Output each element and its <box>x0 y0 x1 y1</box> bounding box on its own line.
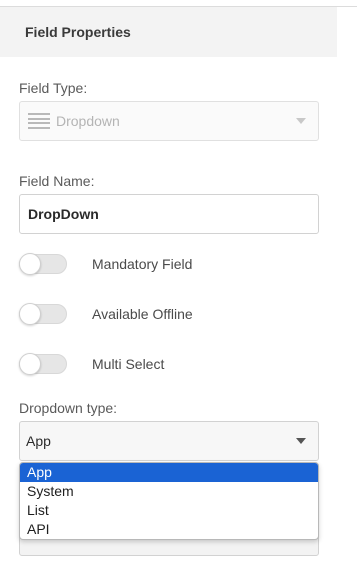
dropdown-type-select[interactable]: App <box>19 421 319 461</box>
dropdown-option-list[interactable]: List <box>20 501 318 520</box>
dropdown-type-label: Dropdown type: <box>19 400 118 416</box>
toggle-row-offline: Available Offline <box>19 302 193 326</box>
mandatory-field-label: Mandatory Field <box>92 256 193 272</box>
chevron-down-icon <box>296 438 306 444</box>
multi-select-label: Multi Select <box>92 356 165 372</box>
dropdown-type-options: App System List API <box>19 462 319 540</box>
field-type-value: Dropdown <box>56 113 120 129</box>
toggle-row-multi-select: Multi Select <box>19 352 164 376</box>
list-lines-icon <box>28 113 50 129</box>
dropdown-type-value: App <box>26 433 51 449</box>
toggle-knob <box>19 353 41 375</box>
field-name-box <box>19 194 319 234</box>
panel-header: Field Properties <box>0 7 337 57</box>
toggle-knob <box>19 253 41 275</box>
mandatory-field-toggle[interactable] <box>19 253 67 275</box>
panel-title: Field Properties <box>25 24 131 40</box>
toggle-row-mandatory: Mandatory Field <box>19 252 192 276</box>
dropdown-option-api[interactable]: API <box>20 520 318 539</box>
field-type-label: Field Type: <box>19 80 88 96</box>
multi-select-toggle[interactable] <box>19 353 67 375</box>
field-type-select[interactable]: Dropdown <box>19 101 319 141</box>
dropdown-option-app[interactable]: App <box>20 463 318 482</box>
chevron-down-icon <box>296 118 306 124</box>
dropdown-option-system[interactable]: System <box>20 482 318 501</box>
field-properties-panel: Field Properties Field Type: Dropdown Fi… <box>0 0 357 570</box>
field-name-label: Field Name: <box>19 173 95 189</box>
field-name-input[interactable] <box>20 195 318 233</box>
available-offline-label: Available Offline <box>92 306 193 322</box>
toggle-knob <box>19 303 41 325</box>
available-offline-toggle[interactable] <box>19 303 67 325</box>
